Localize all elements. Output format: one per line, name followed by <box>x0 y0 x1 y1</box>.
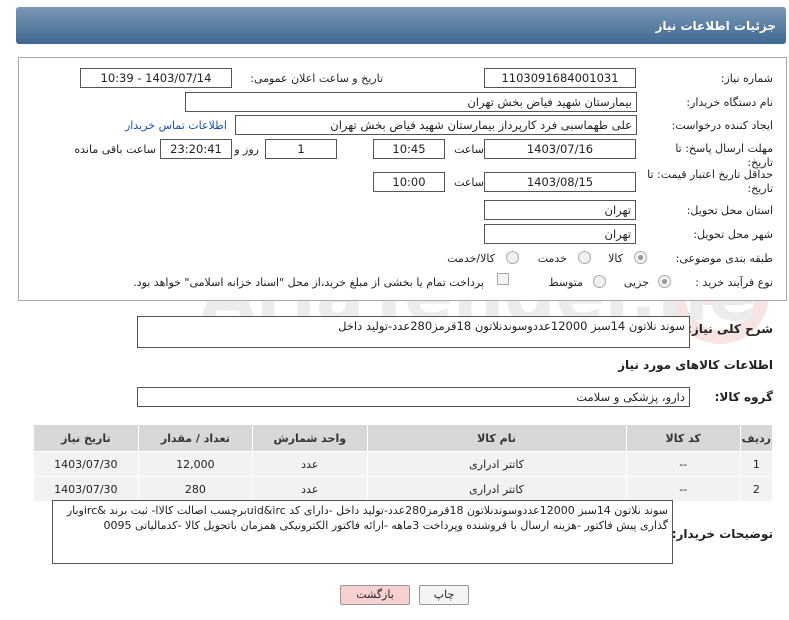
days-field: 1 <box>265 139 337 159</box>
row-name: کاتتر ادراری <box>366 451 627 477</box>
remaining-time-label: ساعت باقی مانده <box>74 143 156 156</box>
announce-field: 1403/07/14 - 10:39 <box>80 68 232 88</box>
back-button[interactable]: بازگشت <box>340 585 410 605</box>
category-goods-radio[interactable] <box>634 251 647 264</box>
contact-buyer-link[interactable]: اطلاعات تماس خریدار <box>125 119 227 132</box>
remaining-time-field: 23:20:41 <box>160 139 232 159</box>
reply-time-label: ساعت <box>454 143 484 156</box>
goods-section-title: اطلاعات کالاهای مورد نیاز <box>618 358 773 372</box>
row-index: 2 <box>739 476 774 502</box>
requester-field: علی طهماسبی فرد کارپرداز بیمارستان شهید … <box>235 115 637 135</box>
process-medium-label: متوسط <box>548 276 583 289</box>
category-goods-label: کالا <box>608 252 623 265</box>
price-time-field: 10:00 <box>373 172 445 192</box>
goods-group-label: گروه کالا: <box>714 390 773 404</box>
buyer-org-field: بیمارستان شهید فیاض بخش تهران <box>185 92 637 112</box>
print-button[interactable]: چاپ <box>419 585 469 605</box>
col-qty: تعداد / مقدار <box>137 424 254 452</box>
days-label: روز و <box>234 143 259 156</box>
row-unit: عدد <box>252 476 368 502</box>
summary-label: شرح کلی نیاز: <box>687 322 773 336</box>
need-number-label: شماره نیاز: <box>720 72 773 85</box>
category-goods-service-label: کالا/خدمت <box>447 252 495 265</box>
col-code: کد کالا <box>625 424 741 452</box>
province-label: استان محل تحویل: <box>686 204 773 217</box>
reply-date-field: 1403/07/16 <box>484 139 636 159</box>
price-time-label: ساعت <box>454 176 484 189</box>
process-minor-radio[interactable] <box>658 275 671 288</box>
category-label: طبقه بندی موضوعی: <box>675 252 773 265</box>
row-unit: عدد <box>252 451 368 477</box>
requester-label: ایجاد کننده درخواست: <box>671 119 773 132</box>
row-date: 1403/07/30 <box>33 451 139 477</box>
price-date-field: 1403/08/15 <box>484 172 636 192</box>
row-qty: 12,000 <box>137 451 254 477</box>
city-field: تهران <box>484 224 636 244</box>
col-row: ردیف <box>739 424 774 452</box>
table-row[interactable]: 1 -- کاتتر ادراری عدد 12,000 1403/07/30 <box>33 451 774 477</box>
city-label: شهر محل تحویل: <box>693 228 773 241</box>
row-code: -- <box>625 451 741 477</box>
price-validity-label: حداقل تاریخ اعتبار قیمت: تا تاریخ: <box>647 168 773 195</box>
buyer-notes-field: سوند نلاتون 14سبز 12000عددوسوندنلاتون 18… <box>52 500 673 564</box>
goods-table: ردیف کد کالا نام کالا واحد شمارش تعداد /… <box>33 424 774 502</box>
reply-time-field: 10:45 <box>373 139 445 159</box>
need-number-field: 1103091684001031 <box>484 68 636 88</box>
col-unit: واحد شمارش <box>252 424 368 452</box>
row-code: -- <box>625 476 741 502</box>
reply-deadline-label: مهلت ارسال پاسخ: تا تاریخ: <box>675 142 773 169</box>
category-service-label: خدمت <box>537 252 567 265</box>
process-medium-radio[interactable] <box>593 275 606 288</box>
payment-treasury-checkbox[interactable] <box>497 273 509 285</box>
announce-label: تاریخ و ساعت اعلان عمومی: <box>250 72 383 85</box>
payment-note: پرداخت تمام یا بخشی از مبلغ خرید،از محل … <box>133 276 484 289</box>
page-header: جزئیات اطلاعات نیاز <box>16 7 786 44</box>
buyer-org-label: نام دستگاه خریدار: <box>686 96 773 109</box>
summary-field: سوند نلاتون 14سبز 12000عددوسوندنلاتون 18… <box>137 316 690 348</box>
table-row[interactable]: 2 -- کاتتر ادراری عدد 280 1403/07/30 <box>33 476 774 502</box>
page-title: جزئیات اطلاعات نیاز <box>655 19 776 33</box>
category-goods-service-radio[interactable] <box>506 251 519 264</box>
row-qty: 280 <box>137 476 254 502</box>
col-date: تاریخ نیاز <box>33 424 139 452</box>
row-date: 1403/07/30 <box>33 476 139 502</box>
row-index: 1 <box>739 451 774 477</box>
buyer-notes-label: توضیحات خریدار: <box>671 527 773 541</box>
process-minor-label: جزیی <box>623 276 649 289</box>
process-label: نوع فرآیند خرید : <box>695 276 773 289</box>
goods-group-field: دارو، پزشکی و سلامت <box>137 387 690 407</box>
province-field: تهران <box>484 200 636 220</box>
goods-table-header: ردیف کد کالا نام کالا واحد شمارش تعداد /… <box>33 424 774 452</box>
row-name: کاتتر ادراری <box>366 476 627 502</box>
col-name: نام کالا <box>366 424 627 452</box>
category-service-radio[interactable] <box>578 251 591 264</box>
